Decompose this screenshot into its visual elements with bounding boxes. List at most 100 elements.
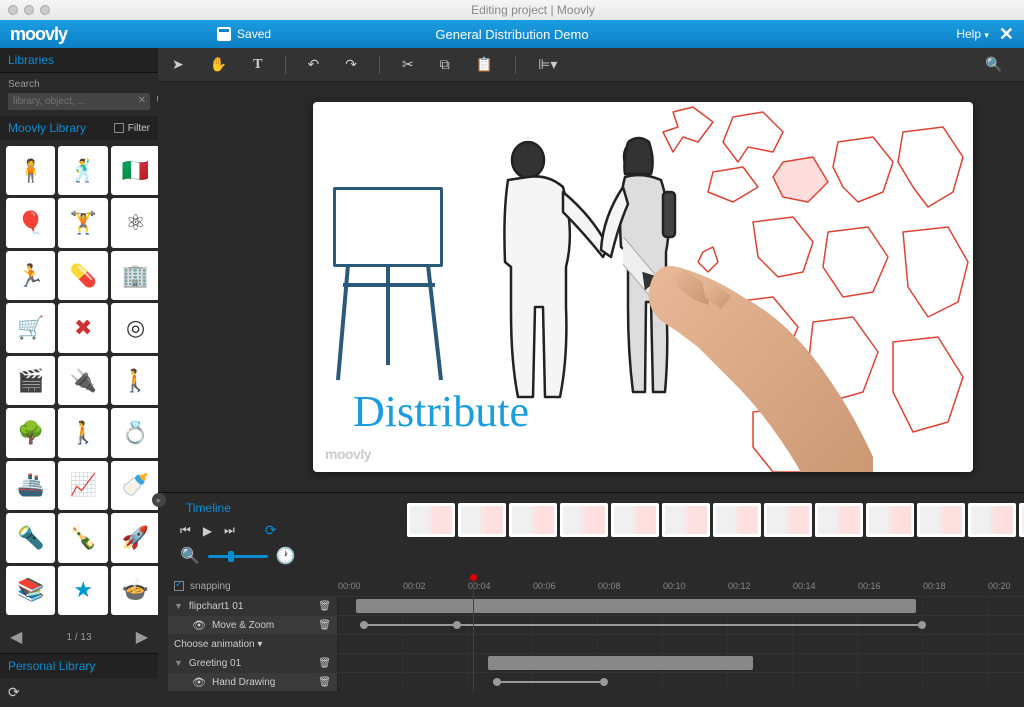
track-caret-icon[interactable]: ▼	[174, 601, 183, 611]
library-item[interactable]: 🧍	[6, 146, 55, 195]
redo-icon[interactable]: ↷	[341, 54, 361, 75]
timeline-thumb[interactable]	[866, 503, 914, 537]
choose-animation-dropdown[interactable]: Choose animation ▾	[168, 635, 338, 653]
library-item[interactable]: 🇮🇹	[111, 146, 158, 195]
timeline-thumb[interactable]	[407, 503, 455, 537]
mac-window-chrome: Editing project | Moovly	[0, 0, 1024, 20]
search-input[interactable]	[8, 93, 150, 110]
timeline-thumb[interactable]	[458, 503, 506, 537]
cut-icon[interactable]: ✂	[398, 54, 418, 75]
library-item[interactable]: 🕺	[58, 146, 107, 195]
timeline-thumb[interactable]	[917, 503, 965, 537]
library-prev-button[interactable]: ◀	[10, 627, 22, 647]
timeline-thumb[interactable]	[611, 503, 659, 537]
library-item[interactable]: 🛒	[6, 303, 55, 352]
timeline-lane[interactable]	[338, 597, 1024, 615]
timeline-thumb[interactable]	[1019, 503, 1024, 537]
library-item[interactable]: 🔌	[58, 356, 107, 405]
mac-close-dot[interactable]	[8, 5, 18, 15]
delete-track-icon[interactable]: 🗑	[318, 677, 331, 688]
timeline-lane[interactable]	[338, 635, 1024, 653]
library-item[interactable]: 🏢	[111, 251, 158, 300]
timeline-zoom-slider[interactable]	[208, 555, 268, 558]
timeline-clip[interactable]	[356, 599, 916, 613]
keyframe-dot[interactable]	[493, 678, 501, 686]
clear-search-icon[interactable]: ✕	[138, 95, 146, 106]
loop-icon[interactable]: ⟳	[265, 522, 277, 539]
track-caret-icon[interactable]: ▼	[174, 658, 183, 668]
close-app-button[interactable]: ✕	[999, 24, 1014, 45]
mac-min-dot[interactable]	[24, 5, 34, 15]
timeline-ruler[interactable]: 00:0000:0200:0400:0600:0800:1000:1200:14…	[338, 578, 1024, 594]
timeline-thumb[interactable]	[560, 503, 608, 537]
library-item[interactable]: 💍	[111, 408, 158, 457]
mac-max-dot[interactable]	[40, 5, 50, 15]
rewind-button[interactable]: ⏮	[178, 521, 193, 540]
forward-button[interactable]: ⏭	[222, 521, 237, 540]
zoom-out-icon[interactable]: 🔍	[981, 54, 1006, 75]
library-item[interactable]: 🚢	[6, 461, 55, 510]
left-sidebar: Libraries Search ✕ 🔍 Moovly Library Filt…	[0, 48, 158, 707]
keyframe-dot[interactable]	[453, 621, 461, 629]
stage-canvas[interactable]: Distribute moovly	[313, 102, 973, 472]
timeline-lane[interactable]	[338, 616, 1024, 634]
library-item[interactable]: 🍼	[111, 461, 158, 510]
library-item[interactable]: 📚	[6, 566, 55, 615]
library-item[interactable]: 🏃	[6, 251, 55, 300]
timeline-zoom-out-icon[interactable]: 🔍	[178, 544, 202, 568]
undo-icon[interactable]: ↶	[304, 54, 324, 75]
library-item[interactable]: ★	[58, 566, 107, 615]
playhead[interactable]	[473, 578, 474, 691]
library-item[interactable]: 🌳	[6, 408, 55, 457]
library-item[interactable]: 🚶	[58, 408, 107, 457]
keyframe-dot[interactable]	[600, 678, 608, 686]
visibility-icon[interactable]: 👁	[192, 676, 206, 689]
library-item[interactable]: 🏋	[58, 198, 107, 247]
library-item[interactable]: ✖	[58, 303, 107, 352]
timeline-thumb[interactable]	[662, 503, 710, 537]
align-icon[interactable]: ⊫▾	[534, 54, 561, 75]
text-tool-icon[interactable]: T	[249, 55, 266, 75]
library-item[interactable]: 🚶	[111, 356, 158, 405]
filter-toggle[interactable]: Filter	[114, 123, 150, 134]
library-item[interactable]: 🚀	[111, 513, 158, 562]
timeline-clock-icon[interactable]: 🕐	[274, 544, 298, 568]
pointer-tool-icon[interactable]: ➤	[168, 54, 188, 75]
library-item[interactable]: 💊	[58, 251, 107, 300]
copy-icon[interactable]: ⧉	[436, 54, 454, 75]
library-item[interactable]: 🎈	[6, 198, 55, 247]
timeline-thumb[interactable]	[713, 503, 761, 537]
keyframe-dot[interactable]	[918, 621, 926, 629]
timeline-thumb[interactable]	[815, 503, 863, 537]
library-item[interactable]: 🍾	[58, 513, 107, 562]
delete-track-icon[interactable]: 🗑	[318, 658, 331, 669]
personal-library-header[interactable]: Personal Library	[0, 653, 158, 678]
timeline-lane[interactable]	[338, 654, 1024, 672]
play-button[interactable]: ▶	[201, 522, 214, 540]
library-item[interactable]: ⚛	[111, 198, 158, 247]
library-next-button[interactable]: ▶	[136, 627, 148, 647]
visibility-icon[interactable]: 👁	[192, 619, 206, 632]
library-item[interactable]: 📈	[58, 461, 107, 510]
library-item[interactable]: 🔦	[6, 513, 55, 562]
timeline-thumb[interactable]	[509, 503, 557, 537]
keyframe-dot[interactable]	[360, 621, 368, 629]
ruler-tick: 00:04	[468, 581, 533, 591]
timeline-thumb[interactable]	[764, 503, 812, 537]
toolbar: ➤ ✋ T ↶ ↷ ✂ ⧉ 📋 ⊫▾ 🔍 🔎	[158, 48, 1024, 82]
timeline-thumb[interactable]	[968, 503, 1016, 537]
help-link[interactable]: Help ▾	[956, 27, 989, 41]
paste-icon[interactable]: 📋	[472, 54, 497, 75]
refresh-icon[interactable]: ⟳	[8, 684, 20, 700]
timeline-collapse-icon[interactable]: ▸	[152, 493, 166, 507]
hand-tool-icon[interactable]: ✋	[206, 54, 231, 75]
library-item[interactable]: ◎	[111, 303, 158, 352]
timeline-lane[interactable]	[338, 673, 1024, 691]
delete-track-icon[interactable]: 🗑	[318, 620, 331, 631]
delete-track-icon[interactable]: 🗑	[318, 601, 331, 612]
library-item[interactable]: 🍲	[111, 566, 158, 615]
library-item[interactable]: 🎬	[6, 356, 55, 405]
snapping-checkbox[interactable]	[174, 581, 184, 591]
timeline-clip[interactable]	[488, 656, 753, 670]
track-name: Move & Zoom	[212, 620, 274, 631]
